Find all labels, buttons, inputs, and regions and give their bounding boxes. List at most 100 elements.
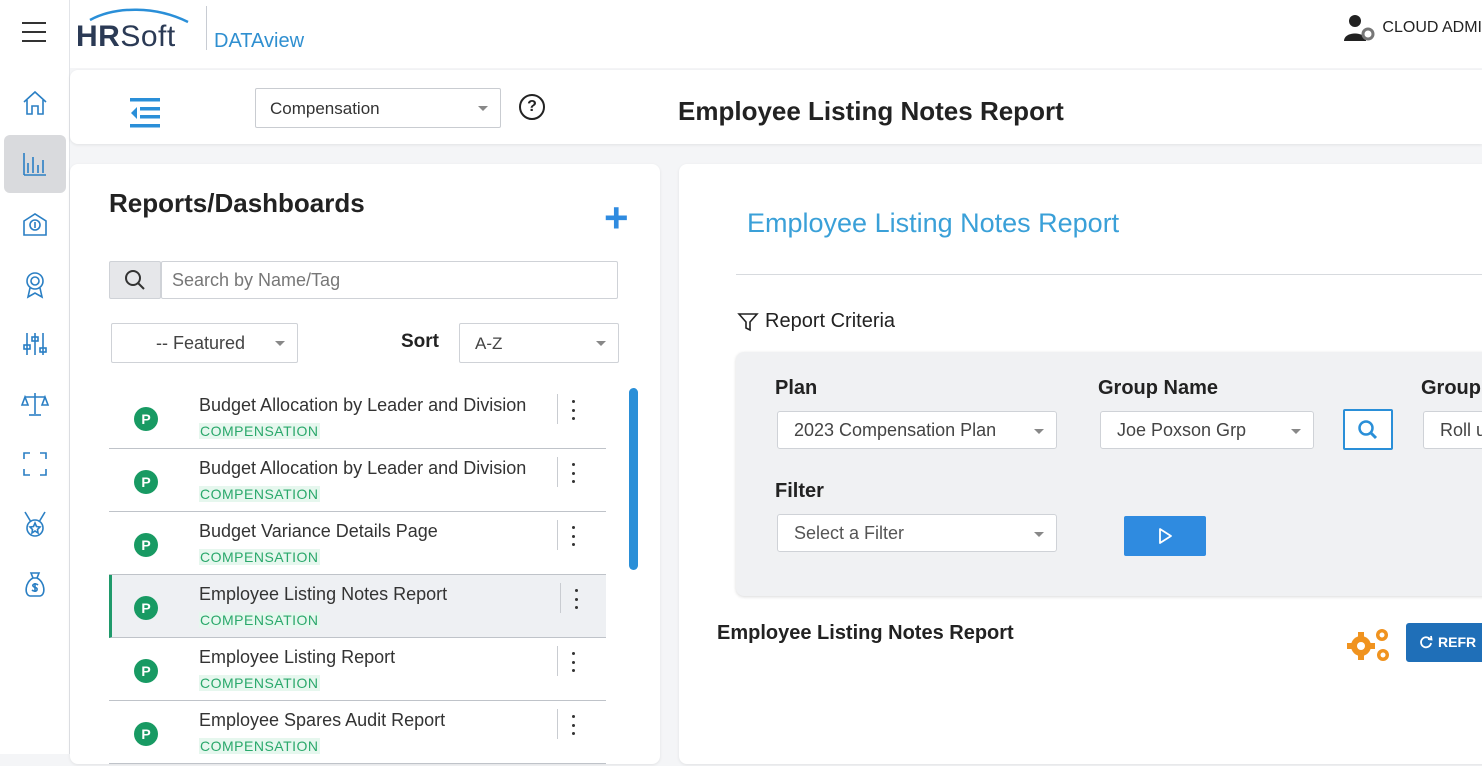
search-button[interactable] — [109, 261, 161, 299]
featured-filter-select[interactable]: -- Featured — [111, 323, 298, 363]
more-options-icon[interactable] — [567, 715, 579, 735]
hamburger-menu-icon[interactable] — [22, 22, 46, 44]
list-item[interactable]: P Budget Allocation by Leader and Divisi… — [109, 386, 606, 449]
bar-chart-icon[interactable] — [4, 135, 66, 193]
sort-select-value: A-Z — [475, 334, 503, 353]
divider — [560, 583, 561, 613]
medal-star-icon[interactable] — [4, 495, 66, 553]
report-type-badge: P — [134, 659, 158, 683]
more-options-icon[interactable] — [567, 526, 579, 546]
play-icon — [1159, 528, 1172, 544]
divider — [557, 520, 558, 550]
filter-select[interactable]: Select a Filter — [777, 514, 1057, 552]
report-panel: Employee Listing Notes Report Report Cri… — [679, 164, 1482, 764]
divider — [736, 274, 1482, 275]
sub-header: Compensation ? Employee Listing Notes Re… — [70, 70, 1482, 144]
filter-select-value: Select a Filter — [794, 523, 905, 543]
user-settings-icon — [1344, 15, 1375, 41]
more-options-icon[interactable] — [567, 400, 579, 420]
chevron-down-icon — [1034, 532, 1044, 537]
report-criteria-header: Report Criteria — [737, 310, 895, 333]
report-type-badge: P — [134, 596, 158, 620]
report-type-badge: P — [134, 407, 158, 431]
refresh-button[interactable]: REFR — [1406, 623, 1482, 662]
report-title: Employee Listing Notes Report — [747, 208, 1120, 238]
fullscreen-icon[interactable] — [4, 435, 66, 493]
search-icon — [1358, 419, 1378, 439]
reports-panel: Reports/Dashboards + -- Featured Sort A-… — [70, 164, 660, 764]
refresh-icon — [1420, 635, 1433, 649]
report-name: Budget Variance Details Page — [199, 521, 438, 541]
list-item[interactable]: P Budget Allocation by Leader and Divisi… — [109, 449, 606, 512]
add-report-button[interactable]: + — [604, 197, 629, 239]
report-name: Budget Allocation by Leader and Division — [199, 458, 527, 478]
reports-panel-title: Reports/Dashboards — [109, 188, 365, 218]
report-type-badge: P — [134, 470, 158, 494]
criteria-form: Plan 2023 Compensation Plan Group Name J… — [736, 352, 1482, 596]
top-header: HRSoft DATAview CLOUD ADMI — [70, 0, 1482, 68]
divider — [557, 394, 558, 424]
report-type-badge: P — [134, 722, 158, 746]
report-type-badge: P — [134, 533, 158, 557]
report-tag: COMPENSATION — [199, 675, 320, 691]
sliders-icon[interactable] — [4, 315, 66, 373]
featured-select-value: -- Featured — [156, 333, 246, 353]
search-icon — [125, 270, 145, 290]
report-name: Budget Allocation by Leader and Division — [199, 395, 527, 415]
run-report-button[interactable] — [1124, 516, 1206, 556]
icon-rail — [0, 0, 70, 754]
hrsoft-logo: HRSoft — [76, 20, 176, 53]
group-select[interactable]: Roll u — [1423, 411, 1482, 449]
more-options-icon[interactable] — [567, 652, 579, 672]
gears-settings-icon[interactable] — [1345, 624, 1393, 664]
chevron-down-icon — [1291, 429, 1301, 434]
report-tag: COMPENSATION — [199, 738, 320, 754]
filter-label: Filter — [775, 480, 824, 502]
report-name: Employee Listing Report — [199, 647, 396, 667]
award-ribbon-icon[interactable] — [4, 255, 66, 313]
refresh-button-label: REFR — [1438, 634, 1477, 650]
module-select-value: Compensation — [270, 99, 380, 118]
divider — [557, 457, 558, 487]
group-label: Group — [1421, 377, 1481, 399]
list-item-selected[interactable]: P Employee Listing Notes Report COMPENSA… — [109, 575, 606, 638]
report-tag: COMPENSATION — [199, 486, 320, 502]
help-icon[interactable]: ? — [519, 94, 545, 120]
search-input[interactable] — [161, 261, 618, 299]
list-item[interactable]: P Budget Variance Details Page COMPENSAT… — [109, 512, 606, 575]
plan-label: Plan — [775, 377, 818, 399]
chevron-down-icon — [1034, 429, 1044, 434]
report-name: Employee Spares Audit Report — [199, 710, 446, 730]
group-name-select-value: Joe Poxson Grp — [1117, 420, 1247, 440]
more-options-icon[interactable] — [567, 463, 579, 483]
report-list: P Budget Allocation by Leader and Divisi… — [109, 386, 606, 766]
group-name-select[interactable]: Joe Poxson Grp — [1100, 411, 1314, 449]
money-bag-icon[interactable] — [4, 555, 66, 613]
sort-select[interactable]: A-Z — [459, 323, 619, 363]
sort-label: Sort — [401, 331, 439, 352]
group-name-label: Group Name — [1098, 377, 1219, 399]
report-list-scrollbar[interactable] — [629, 388, 638, 570]
user-name: CLOUD ADMI — [1382, 19, 1482, 36]
report-tag: COMPENSATION — [199, 549, 320, 565]
group-search-button[interactable] — [1343, 409, 1393, 450]
chevron-down-icon — [596, 341, 606, 346]
chevron-down-icon — [478, 106, 488, 111]
user-menu[interactable]: CLOUD ADMI — [1344, 14, 1482, 42]
page-title: Employee Listing Notes Report — [678, 96, 1064, 126]
filter-icon — [737, 312, 759, 331]
home-icon[interactable] — [4, 74, 66, 132]
list-item[interactable]: P Employee Listing Report COMPENSATION — [109, 638, 606, 701]
collapse-sidebar-icon[interactable] — [128, 96, 162, 130]
chevron-down-icon — [275, 341, 285, 346]
more-options-icon[interactable] — [570, 589, 582, 609]
plan-select[interactable]: 2023 Compensation Plan — [777, 411, 1057, 449]
module-select[interactable]: Compensation — [255, 88, 501, 128]
scale-balance-icon[interactable] — [4, 375, 66, 433]
plan-select-value: 2023 Compensation Plan — [794, 420, 997, 440]
report-name: Employee Listing Notes Report — [199, 584, 448, 604]
logo-divider — [206, 6, 207, 50]
money-envelope-icon[interactable] — [4, 195, 66, 253]
product-name: DATAview — [214, 30, 305, 52]
list-item[interactable]: P Employee Spares Audit Report COMPENSAT… — [109, 701, 606, 764]
